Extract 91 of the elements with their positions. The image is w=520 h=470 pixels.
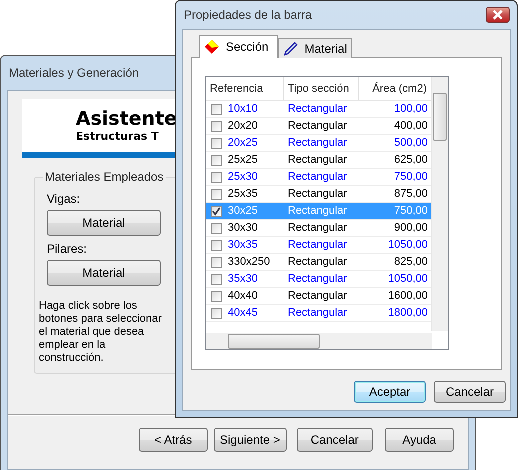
table-cell-text: Rectangular xyxy=(287,256,348,268)
checkbox[interactable] xyxy=(211,256,222,268)
table-cell-text: Rectangular xyxy=(287,188,348,200)
checkbox[interactable] xyxy=(211,274,222,284)
dialog-button[interactable]: Aceptar xyxy=(354,381,426,403)
table-row[interactable]: 20x20 Rectangular 400,00 xyxy=(206,118,432,135)
table-cell-text: Rectangular xyxy=(287,171,348,183)
checkbox[interactable] xyxy=(211,120,222,132)
table-row[interactable]: 330x250 Rectangular 825,00 xyxy=(206,254,432,271)
table-cell-text: Rectangular xyxy=(287,120,348,132)
checkbox[interactable] xyxy=(211,188,222,200)
table-cell-text: Rectangular xyxy=(287,205,348,217)
checkbox[interactable] xyxy=(211,154,222,166)
table-cell-text: Rectangular xyxy=(287,290,348,302)
table-cell-text: 875,00 xyxy=(393,188,429,200)
table-cell-text: 25x35 xyxy=(228,188,259,200)
group-label: Materiales Empleados xyxy=(44,170,165,184)
table-cell-text: 30x25 xyxy=(228,205,259,217)
table-cell-text: Rectangular xyxy=(287,307,348,319)
diamond-icon xyxy=(204,39,220,55)
table-cell-text: 20x25 xyxy=(228,137,259,149)
table-row[interactable]: 35x30 Rectangular 1050,00 xyxy=(206,271,432,288)
banner-title: Asistente xyxy=(76,108,178,130)
table-cell-text: 1050,00 xyxy=(387,273,429,285)
checkbox[interactable] xyxy=(211,290,222,302)
table-cell-text: 35x30 xyxy=(228,273,259,285)
table-cell-text: 750,00 xyxy=(393,171,429,183)
column-header[interactable]: Tipo sección xyxy=(284,77,359,100)
checkmark-icon xyxy=(212,206,221,216)
dialog-button[interactable]: Cancelar xyxy=(434,381,506,403)
checkbox[interactable] xyxy=(211,172,222,182)
table-cell-text: Rectangular xyxy=(287,137,348,149)
checkbox[interactable] xyxy=(211,240,222,250)
table-row[interactable]: 30x35 Rectangular 1050,00 xyxy=(206,237,432,254)
table-row[interactable]: 25x25 Rectangular 625,00 xyxy=(206,152,432,169)
table-cell-text: 40x45 xyxy=(228,307,259,319)
table-cell-text: 10x10 xyxy=(228,103,259,115)
table-row[interactable]: 20x25 Rectangular 500,00 xyxy=(206,135,432,152)
table-cell-text: 1800,00 xyxy=(387,307,429,319)
checkbox[interactable] xyxy=(211,222,222,234)
wizard-button[interactable]: Cancelar xyxy=(296,428,374,452)
table-cell-text: Rectangular xyxy=(287,222,348,234)
checkbox[interactable] xyxy=(211,206,222,216)
hint-text: Haga click sobre los botones para seleccionar el material que desea emplear en la construcción. xyxy=(39,300,163,365)
column-header[interactable]: Referencia xyxy=(206,77,284,100)
checkbox[interactable] xyxy=(211,104,222,114)
table-cell-text: 40x40 xyxy=(228,290,259,302)
table-cell-text: 750,00 xyxy=(393,205,429,217)
table-row[interactable]: 40x45 Rectangular 1800,00 xyxy=(206,305,432,322)
banner-subtitle: Estructuras T xyxy=(76,130,159,143)
table-cell-text: 500,00 xyxy=(393,137,429,149)
table-cell-text: Rectangular xyxy=(287,239,348,251)
tab[interactable]: Sección xyxy=(199,35,278,58)
field-label: Pilares: xyxy=(47,242,88,256)
wizard-button[interactable]: Siguiente > xyxy=(214,428,287,452)
tab-label: Sección xyxy=(226,40,269,54)
table-cell-text: 25x25 xyxy=(228,154,259,166)
table-row[interactable]: 10x10 Rectangular 100,00 xyxy=(206,101,432,118)
material-button[interactable]: Material xyxy=(47,260,161,286)
table-cell-text: 1600,00 xyxy=(387,290,429,302)
wizard-button[interactable]: Ayuda xyxy=(385,428,454,452)
checkbox[interactable] xyxy=(211,308,222,318)
field-label: Vigas: xyxy=(47,192,80,206)
wizard-button[interactable]: < Atrás xyxy=(139,428,208,452)
tab-label: Material xyxy=(304,42,348,56)
window-title: Materiales y Generación xyxy=(8,66,140,80)
table-cell-text: Rectangular xyxy=(287,103,348,115)
table-cell-text: 900,00 xyxy=(393,222,429,234)
table-cell-text: 100,00 xyxy=(393,103,429,115)
table-cell-text: 330x250 xyxy=(228,256,272,268)
table-cell-text: 825,00 xyxy=(393,256,429,268)
vertical-scrollbar[interactable] xyxy=(431,77,448,331)
table-cell-text: 30x35 xyxy=(228,239,259,251)
material-button[interactable]: Material xyxy=(47,210,161,236)
table-row[interactable]: 40x40 Rectangular 1600,00 xyxy=(206,288,432,305)
table-cell-text: Rectangular xyxy=(287,273,348,285)
table-cell-text: 625,00 xyxy=(393,154,429,166)
table-cell-text: 25x30 xyxy=(228,171,259,183)
tab[interactable]: Material xyxy=(278,38,352,58)
table-cell-text: Rectangular xyxy=(287,154,348,166)
table-row[interactable]: 30x30 Rectangular 900,00 xyxy=(206,220,432,237)
horizontal-scrollbar[interactable] xyxy=(206,333,432,349)
table-cell-text: 1050,00 xyxy=(387,239,429,251)
close-button[interactable] xyxy=(486,7,510,23)
table-cell-text: 30x30 xyxy=(228,222,259,234)
table-cell-text: 400,00 xyxy=(393,120,429,132)
close-icon xyxy=(492,10,504,20)
table-cell-text: 20x20 xyxy=(228,120,259,132)
checkbox[interactable] xyxy=(211,138,222,148)
table-row[interactable]: 25x30 Rectangular 750,00 xyxy=(206,169,432,186)
window-title: Propiedades de la barra xyxy=(183,8,312,22)
